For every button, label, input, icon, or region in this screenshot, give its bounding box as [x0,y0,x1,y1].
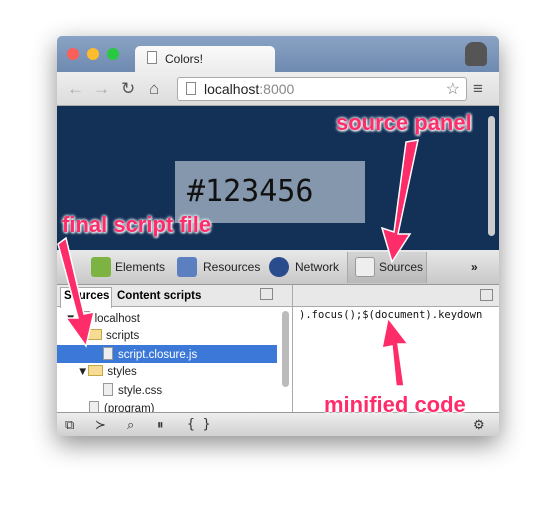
dock-icon[interactable]: ⧉ [65,417,74,433]
star-icon[interactable]: ☆ [446,79,460,99]
console-icon[interactable]: ≻ [95,417,106,433]
settings-gear-icon[interactable]: ⚙ [473,417,485,433]
address-bar[interactable]: localhost:8000 ☆ [177,77,467,101]
tree-item[interactable]: ▼ localhost [57,309,277,327]
menu-icon[interactable]: ≡ [473,79,483,99]
sources-icon [355,257,375,277]
tree-label: script.closure.js [118,349,198,361]
forward-button[interactable]: → [93,79,110,99]
page-icon [186,82,196,95]
folder-icon [87,329,102,340]
minimize-window-button[interactable] [87,48,99,60]
devtools-toolbar: Elements Resources Network Sources » [57,250,499,285]
incognito-icon [465,42,487,66]
reload-button[interactable]: ↻ [121,79,135,99]
css-file-icon [103,383,113,396]
close-window-button[interactable] [67,48,79,60]
navigator-pane: Sources Content scripts ▼ localhost scri… [57,285,293,415]
annotation-source-panel: source panel [336,110,472,135]
tree-item[interactable]: ▼ styles [57,363,277,381]
page-icon [147,51,157,64]
tree-label: styles [107,366,137,378]
more-panels-button[interactable]: » [471,260,478,274]
annotation-final-script: final script file [62,212,212,237]
zoom-window-button[interactable] [107,48,119,60]
source-code[interactable]: ).focus();$(document).keydown [299,309,482,321]
panel-sources[interactable]: Sources [379,260,423,274]
navigator-scrollbar[interactable] [282,311,289,387]
tab-content-scripts[interactable]: Content scripts [117,290,201,302]
tree-label: style.css [118,385,163,397]
tab-sources[interactable]: Sources [64,290,109,302]
folder-icon [88,365,104,376]
browser-tab[interactable]: Colors! [135,46,275,72]
tree-label: scripts [106,330,140,342]
url-port: :8000 [259,81,295,97]
tree-item[interactable]: scripts [57,327,277,345]
tab-title: Colors! [165,52,204,66]
panel-network[interactable]: Network [295,260,339,274]
tree-item-selected[interactable]: script.closure.js [57,345,277,363]
network-icon [269,257,289,277]
page-scrollbar[interactable] [488,116,495,236]
browser-toolbar: ← → ↻ ⌂ localhost:8000 ☆ ≡ [57,72,499,106]
toggle-debugger-icon[interactable] [480,289,493,301]
js-file-icon [103,347,113,360]
annotation-minified-code: minified code [324,392,466,417]
panel-resources[interactable]: Resources [203,260,260,274]
navigator-tabs: Sources Content scripts [57,285,292,308]
back-button[interactable]: ← [67,79,84,99]
resources-icon [177,257,197,277]
panel-elements[interactable]: Elements [115,260,165,274]
pretty-print-button[interactable]: { } [187,417,210,432]
tree-item[interactable]: style.css [57,381,277,399]
toggle-sidebar-icon[interactable] [260,288,273,300]
home-button[interactable]: ⌂ [149,79,159,99]
tab-strip: Colors! [57,36,499,72]
search-icon[interactable]: ⌕ [127,417,134,433]
pause-icon[interactable]: ⏸ [157,417,164,433]
elements-icon [91,257,111,277]
tree-label: localhost [94,313,140,325]
url-host: localhost [204,81,260,97]
